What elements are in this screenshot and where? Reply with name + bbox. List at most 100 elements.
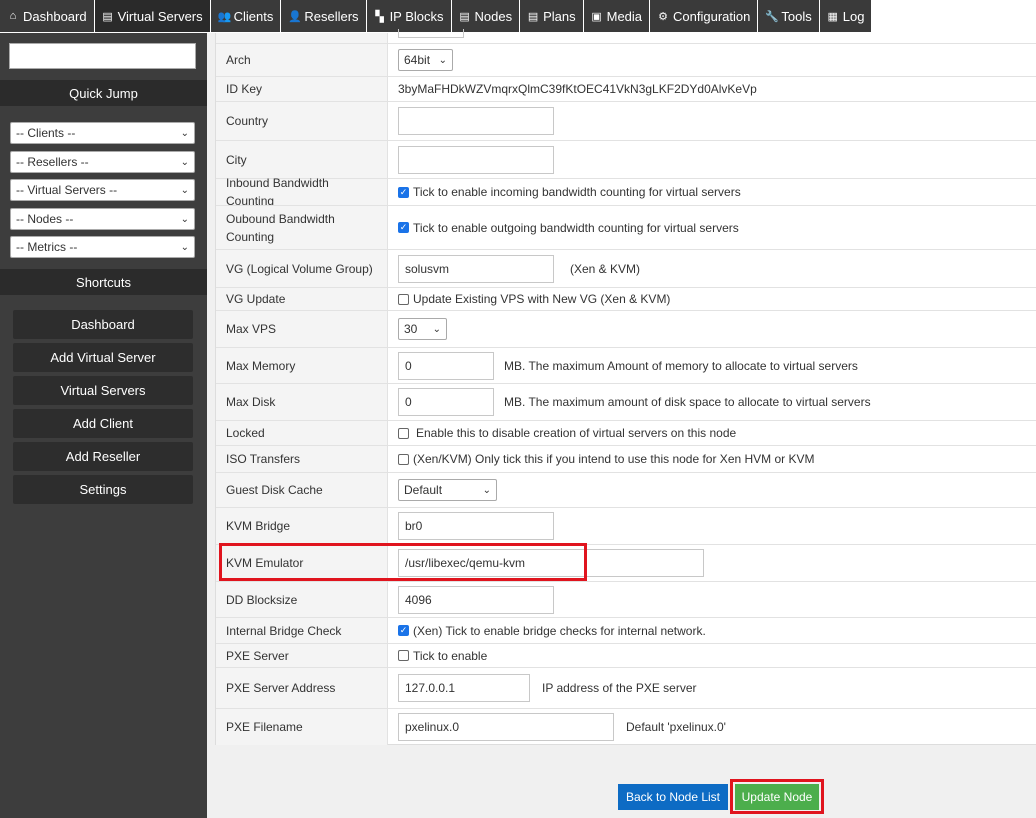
- vg-input[interactable]: solusvm: [398, 254, 554, 283]
- ip-blocks-icon: ▚: [375, 10, 384, 23]
- form-row-inbound-bandwidth: Inbound Bandwidth Counting ✓ Tick to ena…: [216, 176, 1036, 208]
- pxe-server-checkbox[interactable]: [398, 650, 409, 661]
- row-value: 64bit ⌄: [398, 44, 1036, 76]
- form-row-pxe-server-address: PXE Server Address 127.0.0.1 IP address …: [216, 667, 1036, 708]
- row-value: (Xen/KVM) Only tick this if you intend t…: [398, 446, 1036, 472]
- form-row-kvm-emulator: KVM Emulator /usr/libexec/qemu-kvm: [216, 544, 1036, 581]
- dd-blocksize-input[interactable]: 4096: [398, 585, 554, 614]
- outbound-checkbox[interactable]: ✓: [398, 222, 409, 233]
- chevron-down-icon: ⌄: [180, 156, 189, 168]
- chevron-down-icon: ⌄: [482, 484, 491, 496]
- bridge-check-label: Internal Bridge Check: [216, 618, 388, 643]
- shortcut-label: Dashboard: [71, 317, 135, 332]
- chevron-down-icon: ⌄: [432, 323, 441, 335]
- outbound-text: Tick to enable outgoing bandwidth counti…: [413, 220, 739, 235]
- nav-virtual-servers[interactable]: ▤ Virtual Servers: [94, 0, 210, 32]
- shortcut-settings[interactable]: Settings: [13, 475, 193, 504]
- pxe-address-hint: IP address of the PXE server: [542, 681, 697, 695]
- form-row-max-vps: Max VPS 30 ⌄: [216, 310, 1036, 347]
- quick-jump-resellers-select[interactable]: -- Resellers -- ⌄: [10, 151, 195, 173]
- arch-select[interactable]: 64bit ⌄: [398, 49, 453, 71]
- max-disk-input[interactable]: 0: [398, 388, 494, 416]
- id-key-label: ID Key: [216, 77, 388, 101]
- city-input[interactable]: [398, 145, 554, 174]
- max-memory-input[interactable]: 0: [398, 351, 494, 380]
- country-input[interactable]: [398, 107, 554, 135]
- locked-label: Locked: [216, 421, 388, 445]
- shortcut-add-client[interactable]: Add Client: [13, 409, 193, 438]
- form-row-pxe-filename: PXE Filename pxelinux.0 Default 'pxelinu…: [216, 708, 1036, 745]
- row-value: 0 MB. The maximum amount of disk space t…: [398, 384, 1036, 420]
- pxe-address-input[interactable]: 127.0.0.1: [398, 674, 530, 702]
- home-icon: ⌂: [9, 10, 17, 22]
- max-vps-select[interactable]: 30 ⌄: [398, 318, 447, 340]
- row-value: 127.0.0.1 IP address of the PXE server: [398, 668, 1036, 708]
- form-row-internal-bridge-check: Internal Bridge Check ✓ (Xen) Tick to en…: [216, 617, 1036, 643]
- update-node-button[interactable]: Update Node: [735, 784, 819, 810]
- server-icon: ▤: [102, 10, 113, 23]
- nav-log[interactable]: ▦ Log: [819, 0, 872, 32]
- chevron-down-icon: ⌄: [180, 241, 189, 253]
- partial-input[interactable]: [398, 29, 464, 38]
- bridge-check-checkbox[interactable]: ✓: [398, 625, 409, 636]
- sidebar: Quick Jump -- Clients -- ⌄ -- Resellers -…: [0, 33, 207, 818]
- pxe-filename-input[interactable]: pxelinux.0: [398, 713, 614, 741]
- form-row-country: Country: [216, 101, 1036, 140]
- shortcut-label: Add Client: [73, 416, 133, 431]
- shortcut-dashboard[interactable]: Dashboard: [13, 310, 193, 339]
- back-to-node-list-button[interactable]: Back to Node List: [618, 784, 728, 810]
- pxe-server-text: Tick to enable: [413, 648, 488, 663]
- nav-media[interactable]: ▣ Media: [583, 0, 650, 32]
- users-icon: 👥: [217, 10, 232, 23]
- nav-configuration[interactable]: ⚙ Configuration: [650, 0, 758, 32]
- quick-jump-clients-select[interactable]: -- Clients -- ⌄: [10, 122, 195, 144]
- nav-ip-blocks[interactable]: ▚ IP Blocks: [366, 0, 451, 32]
- nodes-icon: ▤: [459, 10, 470, 23]
- nav-label: Plans: [543, 8, 576, 24]
- form-row-guest-disk-cache: Guest Disk Cache Default ⌄: [216, 472, 1036, 507]
- inbound-checkbox[interactable]: ✓: [398, 186, 409, 198]
- nav-label: Virtual Servers: [117, 8, 203, 24]
- nav-resellers[interactable]: 👤 Resellers: [281, 0, 366, 32]
- quick-jump-metrics-select[interactable]: -- Metrics -- ⌄: [10, 236, 195, 258]
- shortcut-label: Add Reseller: [65, 449, 141, 464]
- nav-label: Resellers: [304, 8, 359, 24]
- locked-checkbox[interactable]: [398, 427, 409, 439]
- node-settings-form: Arch 64bit ⌄ ID Key 3byMaFHDkWZVmqrxQlmC3…: [215, 29, 1036, 745]
- quick-jump-virtual-servers-select[interactable]: -- Virtual Servers -- ⌄: [10, 179, 195, 201]
- nav-dashboard[interactable]: ⌂ Dashboard: [0, 0, 94, 32]
- shortcut-add-reseller[interactable]: Add Reseller: [13, 442, 193, 471]
- iso-checkbox[interactable]: [398, 453, 409, 465]
- nav-nodes[interactable]: ▤ Nodes: [451, 0, 520, 32]
- nav-tools[interactable]: 🔧 Tools: [758, 0, 819, 32]
- nav-plans[interactable]: ▤ Plans: [520, 0, 583, 32]
- shortcut-add-virtual-server[interactable]: Add Virtual Server: [13, 343, 193, 372]
- row-value: 30 ⌄: [398, 311, 1036, 347]
- vg-update-text: Update Existing VPS with New VG (Xen & K…: [413, 292, 671, 306]
- kvm-emulator-input[interactable]: /usr/libexec/qemu-kvm: [398, 549, 704, 577]
- vg-update-checkbox[interactable]: [398, 293, 409, 305]
- form-row-iso-transfers: ISO Transfers (Xen/KVM) Only tick this i…: [216, 445, 1036, 472]
- shortcut-virtual-servers[interactable]: Virtual Servers: [13, 376, 193, 405]
- row-value: br0: [398, 508, 1036, 544]
- row-label: [216, 33, 388, 43]
- nav-label: Configuration: [673, 8, 751, 24]
- gear-icon: ⚙: [658, 10, 668, 23]
- pxe-server-label: PXE Server: [216, 644, 388, 667]
- pxe-filename-label: PXE Filename: [216, 709, 388, 745]
- search-input[interactable]: [9, 43, 196, 69]
- nav-clients[interactable]: 👥 Clients: [210, 0, 281, 32]
- shortcut-label: Virtual Servers: [60, 383, 146, 398]
- shortcuts-header: Shortcuts: [0, 269, 207, 295]
- select-value: -- Resellers --: [16, 155, 89, 169]
- guest-cache-select[interactable]: Default ⌄: [398, 479, 497, 501]
- nav-label: Tools: [781, 8, 812, 24]
- nav-label: Dashboard: [23, 8, 87, 24]
- kvm-bridge-input[interactable]: br0: [398, 512, 554, 540]
- kvm-emulator-label: KVM Emulator: [216, 545, 388, 581]
- iso-label: ISO Transfers: [216, 446, 388, 472]
- wrench-icon: 🔧: [765, 10, 780, 23]
- city-label: City: [216, 141, 388, 178]
- quick-jump-nodes-select[interactable]: -- Nodes -- ⌄: [10, 208, 195, 230]
- max-vps-label: Max VPS: [216, 311, 388, 347]
